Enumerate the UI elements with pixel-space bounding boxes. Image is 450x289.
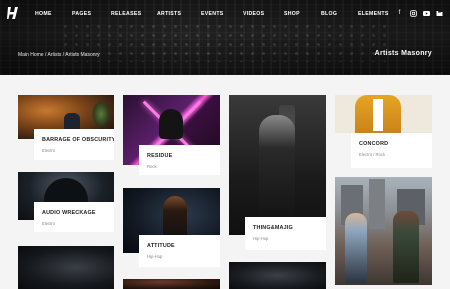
nav-videos[interactable]: Videos bbox=[243, 11, 264, 17]
site-logo-icon[interactable] bbox=[7, 6, 19, 20]
artist-photo[interactable] bbox=[335, 95, 432, 133]
artist-name[interactable]: Audio Wreckage bbox=[42, 210, 114, 216]
artist-card[interactable] bbox=[229, 262, 326, 289]
artist-name[interactable]: Concord bbox=[359, 141, 432, 147]
artist-card-residue[interactable]: Residue Rock bbox=[123, 95, 220, 175]
artist-photo[interactable] bbox=[335, 177, 432, 285]
artist-genre: Electro bbox=[42, 148, 56, 153]
artist-genre: Rock bbox=[147, 164, 157, 169]
artist-info: Attitude Hip-Hop bbox=[139, 235, 220, 267]
nav-shop[interactable]: Shop bbox=[284, 11, 300, 17]
artist-name[interactable]: Thing&Majig bbox=[253, 225, 326, 231]
artist-info: Audio Wreckage Electro bbox=[34, 202, 114, 232]
artist-info: Thing&Majig Hip-Hop bbox=[245, 217, 326, 250]
nav-pages[interactable]: Pages bbox=[72, 11, 91, 17]
artist-card[interactable] bbox=[123, 279, 220, 289]
nav-blog[interactable]: Blog bbox=[321, 11, 337, 17]
artist-info: Residue Rock bbox=[139, 145, 220, 175]
artist-name[interactable]: Attitude bbox=[147, 243, 220, 249]
artist-card-thingmajig[interactable]: Thing&Majig Hip-Hop bbox=[229, 95, 326, 250]
nav-home[interactable]: Home bbox=[35, 11, 52, 17]
artist-photo[interactable] bbox=[123, 279, 220, 289]
artist-card[interactable] bbox=[18, 246, 114, 289]
artist-card-barrage[interactable]: Barrage of Obscurity Electro bbox=[18, 95, 114, 160]
artist-genre: Hip-Hop bbox=[253, 236, 269, 241]
instagram-icon[interactable] bbox=[410, 10, 417, 17]
nav-events[interactable]: Events bbox=[201, 11, 224, 17]
page-header: Home Pages Releases Artists Events Video… bbox=[0, 0, 450, 75]
artist-genre: Hip-Hop bbox=[147, 254, 163, 259]
page-title: Artists Masonry bbox=[374, 50, 432, 57]
bandcamp-icon[interactable] bbox=[436, 10, 443, 17]
youtube-icon[interactable] bbox=[423, 10, 430, 17]
artist-name[interactable]: Barrage of Obscurity bbox=[42, 137, 114, 143]
artist-photo[interactable] bbox=[229, 262, 326, 289]
artist-info: Concord Electro / Rock bbox=[351, 133, 432, 168]
nav-releases[interactable]: Releases bbox=[111, 11, 141, 17]
artist-photo[interactable] bbox=[229, 95, 326, 235]
artist-genre: Electro bbox=[42, 221, 56, 226]
artist-name[interactable]: Residue bbox=[147, 153, 220, 159]
facebook-icon[interactable]: f bbox=[396, 10, 403, 17]
artist-card-audio-wreckage[interactable]: Audio Wreckage Electro bbox=[18, 172, 114, 232]
nav-elements[interactable]: Elements bbox=[358, 11, 389, 17]
artist-photo[interactable] bbox=[18, 246, 114, 289]
artist-card-attitude[interactable]: Attitude Hip-Hop bbox=[123, 188, 220, 267]
artist-info: Barrage of Obscurity Electro bbox=[34, 129, 114, 160]
artist-card-concord[interactable]: Concord Electro / Rock bbox=[335, 95, 432, 168]
nav-artists[interactable]: Artists bbox=[157, 11, 181, 17]
breadcrumb[interactable]: Main Home / Artists / Artists Masonry bbox=[18, 52, 100, 58]
artist-card[interactable] bbox=[335, 177, 432, 285]
artist-genre: Electro / Rock bbox=[359, 152, 386, 157]
